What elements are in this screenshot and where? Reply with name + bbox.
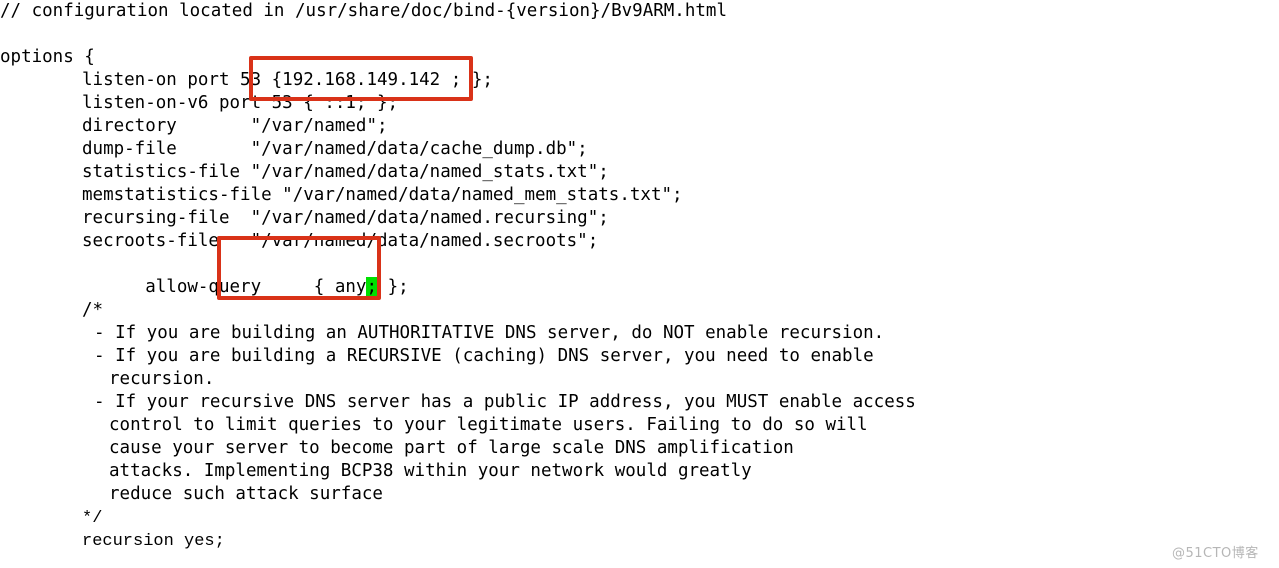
code-line[interactable]: */ [82,507,102,530]
code-line[interactable]: - If you are building an AUTHORITATIVE D… [94,322,884,345]
code-line[interactable]: reduce such attack surface [109,483,383,506]
code-line[interactable]: statistics-file "/var/named/data/named_s… [82,161,609,184]
code-line[interactable]: recursing-file "/var/named/data/named.re… [82,207,609,230]
code-line[interactable]: dump-file "/var/named/data/cache_dump.db… [82,138,588,161]
code-line[interactable]: // configuration located in /usr/share/d… [0,0,727,23]
code-line[interactable]: control to limit queries to your legitim… [109,414,868,437]
code-line[interactable]: attacks. Implementing BCP38 within your … [109,460,752,483]
config-file-text[interactable]: // configuration located in /usr/share/d… [0,0,1279,568]
code-line[interactable]: - If you are building a RECURSIVE (cachi… [94,345,874,368]
code-line[interactable]: recursion. [109,368,214,391]
allow-query-highlight [217,236,381,300]
code-line[interactable]: memstatistics-file "/var/named/data/name… [82,184,683,207]
screenshot-root: // configuration located in /usr/share/d… [0,0,1279,568]
site-watermark: @51CTO博客 [1172,546,1259,561]
listen-on-address-highlight [249,56,473,101]
code-line[interactable]: - If your recursive DNS server has a pub… [94,391,916,414]
code-line[interactable]: options { [0,46,95,69]
allow-query-suffix: }; [377,277,409,297]
code-line[interactable]: recursion yes; [82,530,225,553]
code-line[interactable]: cause your server to become part of larg… [109,437,794,460]
code-line[interactable]: directory "/var/named"; [82,115,388,138]
